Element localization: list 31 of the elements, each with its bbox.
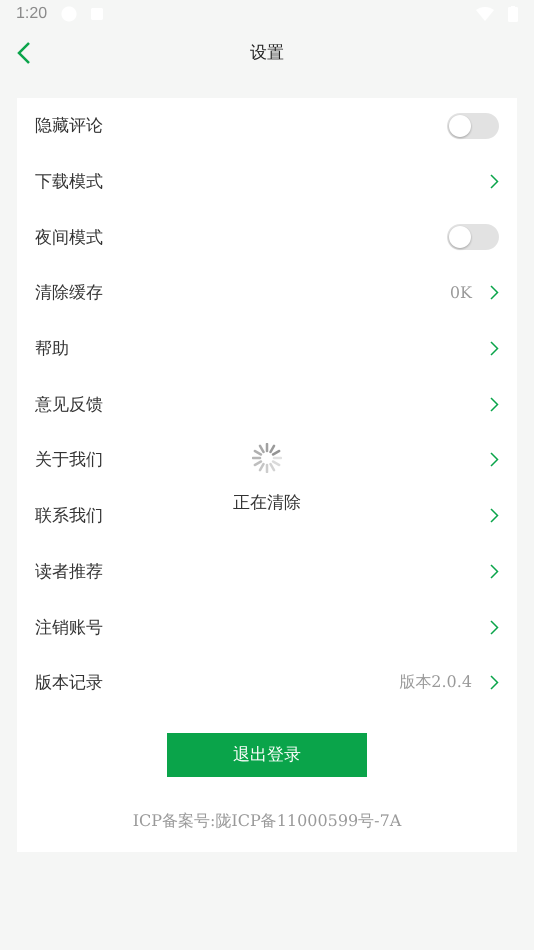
toggle-switch[interactable] (447, 112, 499, 139)
chevron-right-icon (490, 396, 499, 412)
chevron-right-icon (490, 452, 499, 468)
page-title: 设置 (250, 42, 284, 64)
chevron-right-icon (490, 508, 499, 524)
chevron-right-icon (490, 620, 499, 635)
chevron-right-icon (490, 174, 499, 190)
chevron-right-icon (490, 564, 499, 579)
setting-label: 夜间模式 (35, 226, 103, 249)
setting-label: 意见反馈 (35, 394, 103, 416)
chevron-right-icon (490, 341, 499, 356)
setting-label: 关于我们 (35, 449, 103, 472)
icp-text: ICP备案号:陇ICP备11000599号-7A (132, 810, 402, 832)
setting-label: 版本记录 (35, 672, 103, 694)
setting-label: 读者推荐 (35, 560, 103, 583)
toggle-switch[interactable] (447, 224, 499, 250)
setting-label: 清除缓存 (35, 282, 103, 304)
logout-button[interactable]: 退出登录 (167, 732, 367, 777)
setting-value: 版本2.0.4 (399, 672, 472, 694)
setting-label: 下载模式 (35, 171, 103, 194)
back-icon[interactable] (17, 42, 31, 64)
setting-label: 帮助 (35, 338, 69, 360)
chevron-right-icon (490, 285, 499, 300)
setting-label: 联系我们 (35, 505, 103, 528)
setting-label: 隐藏评论 (35, 115, 103, 138)
setting-value: 0K (450, 283, 472, 302)
status-time: 1:20 (16, 5, 48, 23)
loading-text: 正在清除 (233, 492, 301, 514)
chevron-right-icon (490, 675, 499, 690)
spinner-icon (252, 443, 282, 473)
setting-label: 注销账号 (35, 616, 103, 639)
